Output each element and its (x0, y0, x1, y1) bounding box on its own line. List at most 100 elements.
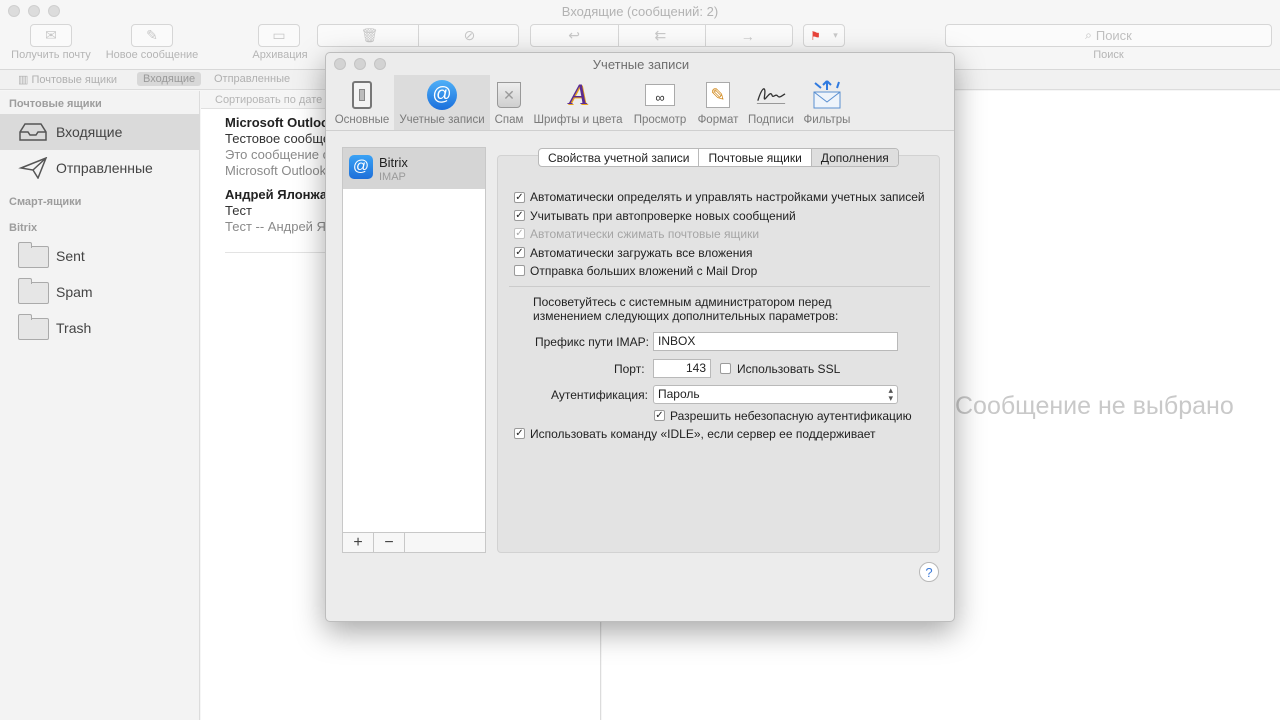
folder-icon (18, 242, 49, 268)
sidebar-item-spam-folder[interactable]: Spam (0, 274, 200, 310)
inbox-tray-icon (19, 123, 47, 141)
no-selection-label: Сообщение не выбрано (955, 392, 1234, 420)
sidebar-item-label: Spam (56, 284, 93, 300)
sidebar-item-sent[interactable]: Отправленные (0, 150, 200, 186)
auth-select-value: Пароль (658, 387, 700, 401)
message-subject: Тест (225, 203, 252, 218)
window-title: Входящие (сообщений: 2) (561, 4, 719, 19)
tool-label: Подписи (748, 114, 794, 126)
reply-all-icon[interactable]: ⇇ (654, 27, 666, 44)
checkbox-use-idle[interactable]: ✓ (514, 428, 525, 439)
segment-divider (418, 24, 419, 47)
archive-button[interactable]: ▭ (258, 24, 300, 47)
sidebar-item-sent-folder[interactable]: Sent (0, 238, 200, 274)
tab-advanced[interactable]: Дополнения (811, 149, 898, 166)
tool-label: Формат (697, 114, 739, 126)
message-preview: Тест -- Андрей Ял (225, 219, 334, 234)
checkbox-auto-detect[interactable]: ✓ (514, 192, 525, 203)
folder-icon (18, 314, 49, 340)
tool-viewing[interactable]: ∞ Просмотр (630, 75, 690, 131)
idle-label: Использовать команду «IDLE», если сервер… (530, 427, 876, 441)
port-field[interactable]: 143 (653, 359, 711, 378)
imap-prefix-field[interactable]: INBOX (653, 332, 898, 351)
sidebar-section-account: Bitrix (9, 222, 38, 234)
favorites-sent[interactable]: Отправленные (208, 72, 296, 86)
archive-label: Архивация (252, 49, 308, 61)
envelope-icon: ✉ (45, 27, 57, 43)
tool-label: Учетные записи (399, 114, 485, 126)
sidebar-item-inbox[interactable]: Входящие (0, 114, 200, 150)
message-sender[interactable]: Microsoft Outlook (225, 115, 336, 130)
settings-tabs: Свойства учетной записи Почтовые ящики Д… (538, 148, 899, 167)
message-sender[interactable]: Андрей Ялонжа (225, 187, 327, 202)
remove-account-button[interactable]: − (374, 533, 405, 552)
trash-icon[interactable]: 🗑 (361, 27, 379, 44)
junk-icon[interactable]: ⊘ (464, 27, 476, 44)
flag-icon: ⚑ (810, 28, 821, 43)
checkbox-label: Учитывать при автопроверке новых сообщен… (530, 209, 796, 223)
checkbox-compact-mailboxes: ✓ (514, 228, 525, 239)
account-name: Bitrix (379, 155, 408, 170)
pencil-paper-icon: ✎ (702, 79, 734, 111)
checkbox-use-ssl[interactable] (720, 363, 731, 374)
tool-junk[interactable]: ✕ Спам (492, 75, 526, 131)
auth-label: Аутентификация: (551, 388, 648, 402)
search-input[interactable]: ⌕ Поиск (945, 24, 1272, 47)
tab-mailbox-behaviors[interactable]: Почтовые ящики (699, 149, 812, 166)
checkbox-label: Автоматически определять и управлять нас… (530, 190, 925, 204)
checkbox-mail-drop[interactable] (514, 265, 525, 276)
reply-icon[interactable]: ↩ (568, 27, 580, 44)
tab-account-info[interactable]: Свойства учетной записи (539, 149, 700, 166)
favorites-inbox[interactable]: Входящие (137, 72, 202, 86)
paper-plane-icon (18, 157, 48, 179)
tool-signatures[interactable]: Подписи (744, 75, 798, 131)
account-list-buttons: + − (342, 532, 486, 553)
tool-general[interactable]: Основные (332, 75, 392, 131)
search-placeholder: Поиск (1095, 28, 1132, 43)
tool-fonts-colors[interactable]: A Шрифты и цвета (532, 75, 624, 131)
sidebar-item-trash-folder[interactable]: Trash (0, 310, 200, 346)
sidebar-section-mailboxes: Почтовые ящики (9, 98, 102, 110)
advice-text: Посоветуйтесь с системным администраторо… (533, 295, 832, 309)
toolbar-divider (326, 130, 954, 131)
message-preview: Это сообщение с (225, 147, 330, 162)
search-icon: ⌕ (1085, 28, 1092, 42)
account-list (342, 147, 486, 553)
tool-label: Основные (334, 114, 390, 126)
reply-group: ↩ ⇇ → (530, 24, 793, 47)
tool-label: Шрифты и цвета (533, 114, 623, 126)
tool-accounts[interactable]: @ Учетные записи (394, 75, 490, 131)
new-message-label: Новое сообщение (105, 49, 199, 61)
imap-prefix-label: Префикс пути IMAP: (535, 335, 649, 349)
checkbox-label: Автоматически сжимать почтовые ящики (530, 227, 760, 241)
updown-chevron-icon: ▴ ▾ (888, 385, 893, 403)
add-account-button[interactable]: + (343, 533, 374, 552)
checkbox-insecure-auth[interactable]: ✓ (654, 410, 665, 421)
tool-label: Просмотр (633, 114, 687, 126)
tool-composing[interactable]: ✎ Формат (694, 75, 742, 131)
sidebar-item-label: Отправленные (56, 160, 153, 176)
auth-select[interactable]: Пароль ▴ ▾ (653, 385, 898, 404)
switch-icon (346, 79, 378, 111)
insecure-auth-label: Разрешить небезопасную аутентификацию (670, 409, 912, 423)
search-label: Поиск (1093, 49, 1124, 61)
checkbox-label: Автоматически загружать все вложения (530, 246, 753, 260)
segment-divider (618, 24, 619, 47)
at-sign-icon: @ (426, 79, 458, 111)
tool-rules[interactable]: Фильтры (800, 75, 854, 131)
help-button[interactable]: ? (919, 562, 939, 582)
tool-label: Фильтры (803, 114, 851, 126)
panel-divider (509, 286, 930, 287)
new-message-button[interactable]: ✎ (131, 24, 173, 47)
get-mail-button[interactable]: ✉ (30, 24, 72, 47)
tool-label: Спам (494, 114, 524, 126)
port-label: Порт: (614, 362, 645, 376)
no-selection-text: Сообщение не выбрано (955, 392, 1280, 421)
archive-icon: ▭ (272, 27, 286, 43)
favorites-mailboxes[interactable]: ▥ Почтовые ящики (12, 72, 123, 87)
checkbox-include-autocheck[interactable]: ✓ (514, 210, 525, 221)
flag-button[interactable]: ⚑ ▾ (803, 24, 845, 47)
sidebar-item-label: Входящие (56, 124, 123, 140)
forward-icon[interactable]: → (741, 28, 755, 44)
checkbox-download-attachments[interactable]: ✓ (514, 247, 525, 258)
